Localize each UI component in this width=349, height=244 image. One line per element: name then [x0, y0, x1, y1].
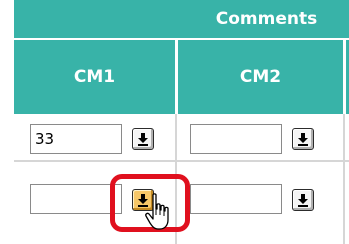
- cm2-row2-field[interactable]: [190, 184, 282, 214]
- comments-group-label: Comments: [215, 9, 318, 29]
- column-divider: [343, 114, 345, 244]
- comments-table: Comments CM1 CM2: [14, 0, 349, 244]
- column-header-cm1-label: CM1: [73, 67, 116, 87]
- hand-pointer-cursor-icon: [145, 193, 169, 230]
- comments-group-header: Comments: [14, 0, 349, 38]
- column-header-cm2[interactable]: CM2: [178, 40, 343, 114]
- download-arrow-icon: [298, 194, 308, 207]
- download-arrow-icon: [138, 133, 148, 146]
- download-arrow-icon: [298, 133, 308, 146]
- cm2-row1-field[interactable]: [190, 124, 282, 154]
- cm1-row1-field[interactable]: [30, 124, 122, 154]
- cm1-row2-field[interactable]: [30, 184, 122, 214]
- cm2-row2-dropdown-button[interactable]: [292, 189, 314, 211]
- row-divider: [14, 160, 349, 162]
- cm2-row1-dropdown-button[interactable]: [292, 128, 314, 150]
- comments-grid-screenshot: Comments CM1 CM2: [0, 0, 349, 244]
- column-header-cm1[interactable]: CM1: [14, 40, 175, 114]
- cm1-row1-dropdown-button[interactable]: [132, 128, 154, 150]
- column-header-cm2-label: CM2: [239, 67, 282, 87]
